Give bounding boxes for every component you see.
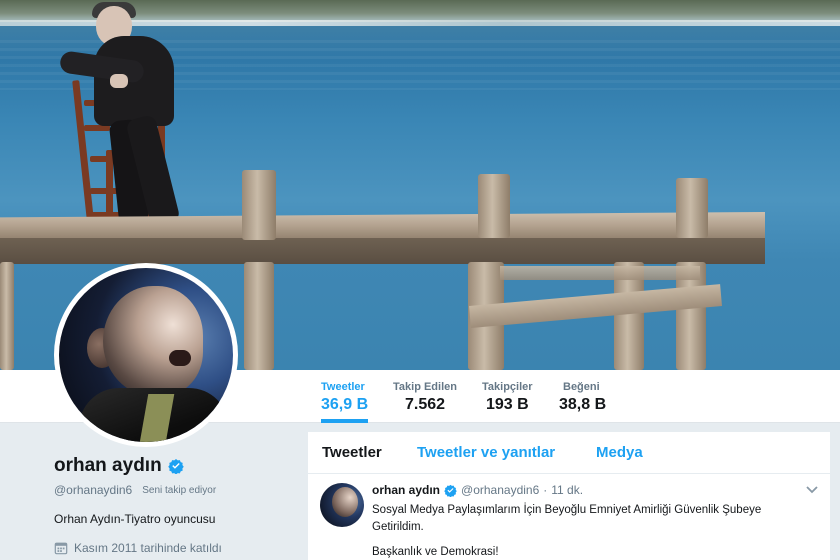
tweet-item[interactable]: orhan aydın @orhanaydin6 · 11 dk. Sosyal… [308, 475, 830, 560]
stat-label: Takip Edilen [393, 381, 457, 393]
pier-post [244, 262, 274, 370]
tweet-separator: · [543, 483, 548, 497]
profile-name[interactable]: orhan aydın [54, 455, 162, 477]
follows-you-badge: Seni takip ediyor [142, 484, 217, 496]
avatar-photo [59, 268, 233, 442]
tweet-header: orhan aydın @orhanaydin6 · 11 dk. [372, 483, 583, 497]
tab-media[interactable]: Medya [596, 444, 643, 461]
tweet-text-line: Getirildim. [372, 521, 424, 533]
tweet-text-line: Başkanlık ve Demokrasi! [372, 546, 499, 558]
joined-date-row: Kasım 2011 tarihinde katıldı [54, 541, 294, 555]
stat-label: Takipçiler [482, 381, 533, 393]
profile-handle[interactable]: @orhanaydin6 [54, 483, 132, 497]
stat-label: Tweetler [321, 381, 365, 393]
pier-crossbeam [500, 266, 700, 280]
stat-value: 7.562 [405, 396, 446, 413]
verified-badge-icon [444, 484, 457, 497]
stat-following[interactable]: Takip Edilen 7.562 [393, 370, 457, 423]
tweet-author-handle[interactable]: @orhanaydin6 [461, 483, 539, 497]
profile-avatar[interactable] [54, 263, 238, 447]
stat-value: 38,8 B [559, 396, 607, 413]
stat-value: 36,9 B [321, 396, 369, 413]
tweet-timestamp[interactable]: 11 dk. [551, 483, 583, 497]
verified-badge-icon [167, 459, 184, 474]
joined-date: Kasım 2011 tarihinde katıldı [74, 541, 222, 555]
chevron-down-icon[interactable] [806, 485, 818, 495]
pier-deck-edge [0, 238, 765, 264]
stat-value: 193 B [486, 396, 529, 413]
tweet-text-line: Sosyal Medya Paylaşımlarım İçin Beyoğlu … [372, 504, 762, 516]
timeline-tabs: Tweetler Tweetler ve yanıtlar Medya [308, 432, 830, 474]
stat-tweets[interactable]: Tweetler 36,9 B [321, 370, 369, 423]
pier-post [676, 178, 708, 238]
calendar-icon [54, 542, 68, 555]
profile-card: orhan aydın @orhanaydin6 Seni takip ediy… [54, 455, 294, 555]
tab-tweets[interactable]: Tweetler [322, 444, 382, 461]
pier-post [478, 174, 510, 238]
pier-post [0, 262, 14, 370]
stat-label: Beğeni [563, 381, 600, 393]
stat-followers[interactable]: Takipçiler 193 B [482, 370, 533, 423]
tab-tweets-and-replies[interactable]: Tweetler ve yanıtlar [417, 444, 555, 461]
timeline-panel: Tweetler Tweetler ve yanıtlar Medya orha… [308, 432, 830, 560]
tweet-text: Sosyal Medya Paylaşımlarım İçin Beyoğlu … [372, 502, 812, 560]
stat-likes[interactable]: Beğeni 38,8 B [559, 370, 606, 423]
pier-post [242, 170, 276, 240]
profile-bio: Orhan Aydın-Tiyatro oyuncusu [54, 512, 216, 526]
tweet-author-name[interactable]: orhan aydın [372, 483, 440, 497]
seated-man-figure [58, 2, 224, 236]
tweet-avatar[interactable] [320, 483, 364, 527]
